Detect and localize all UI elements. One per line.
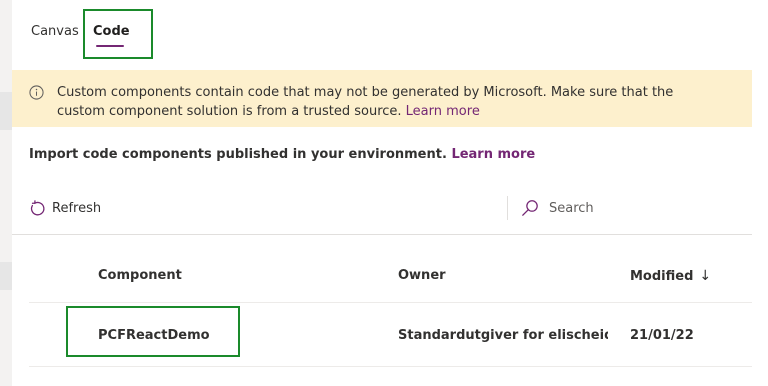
left-edge-strip — [0, 0, 12, 386]
sort-descending-icon: ↓ — [699, 268, 712, 284]
search-icon — [522, 200, 538, 216]
table-row-divider — [29, 366, 752, 367]
warning-message-text: Custom components contain code that may … — [57, 85, 674, 119]
column-header-component[interactable]: Component — [98, 268, 182, 283]
search-placeholder: Search — [549, 200, 594, 216]
refresh-icon — [30, 199, 45, 215]
table-cell-owner: Standardutgiver for elischeidev... — [398, 328, 608, 343]
warning-learn-more-link[interactable]: Learn more — [406, 104, 480, 119]
header-row-divider — [29, 302, 752, 303]
column-header-modified[interactable]: Modified ↓ — [630, 268, 711, 284]
search-input[interactable]: Search — [507, 193, 752, 223]
column-header-owner[interactable]: Owner — [398, 268, 446, 283]
toolbar-divider — [12, 234, 752, 235]
refresh-label: Refresh — [52, 200, 102, 216]
import-description: Import code components published in your… — [29, 147, 535, 162]
import-description-text: Import code components published in your… — [29, 147, 452, 162]
left-strip-segment — [0, 262, 12, 290]
warning-message: Custom components contain code that may … — [57, 83, 717, 121]
left-strip-segment — [0, 92, 12, 130]
table-cell-modified: 21/01/22 — [630, 328, 694, 343]
search-separator — [507, 196, 508, 220]
code-tab-highlight-box — [83, 9, 153, 59]
component-row-highlight-box — [66, 306, 240, 357]
refresh-button[interactable]: Refresh — [29, 198, 101, 218]
warning-banner: Custom components contain code that may … — [12, 70, 752, 127]
column-header-modified-label: Modified — [630, 268, 694, 284]
info-icon — [29, 85, 44, 100]
import-learn-more-link[interactable]: Learn more — [451, 147, 535, 162]
tab-canvas[interactable]: Canvas — [31, 24, 79, 39]
